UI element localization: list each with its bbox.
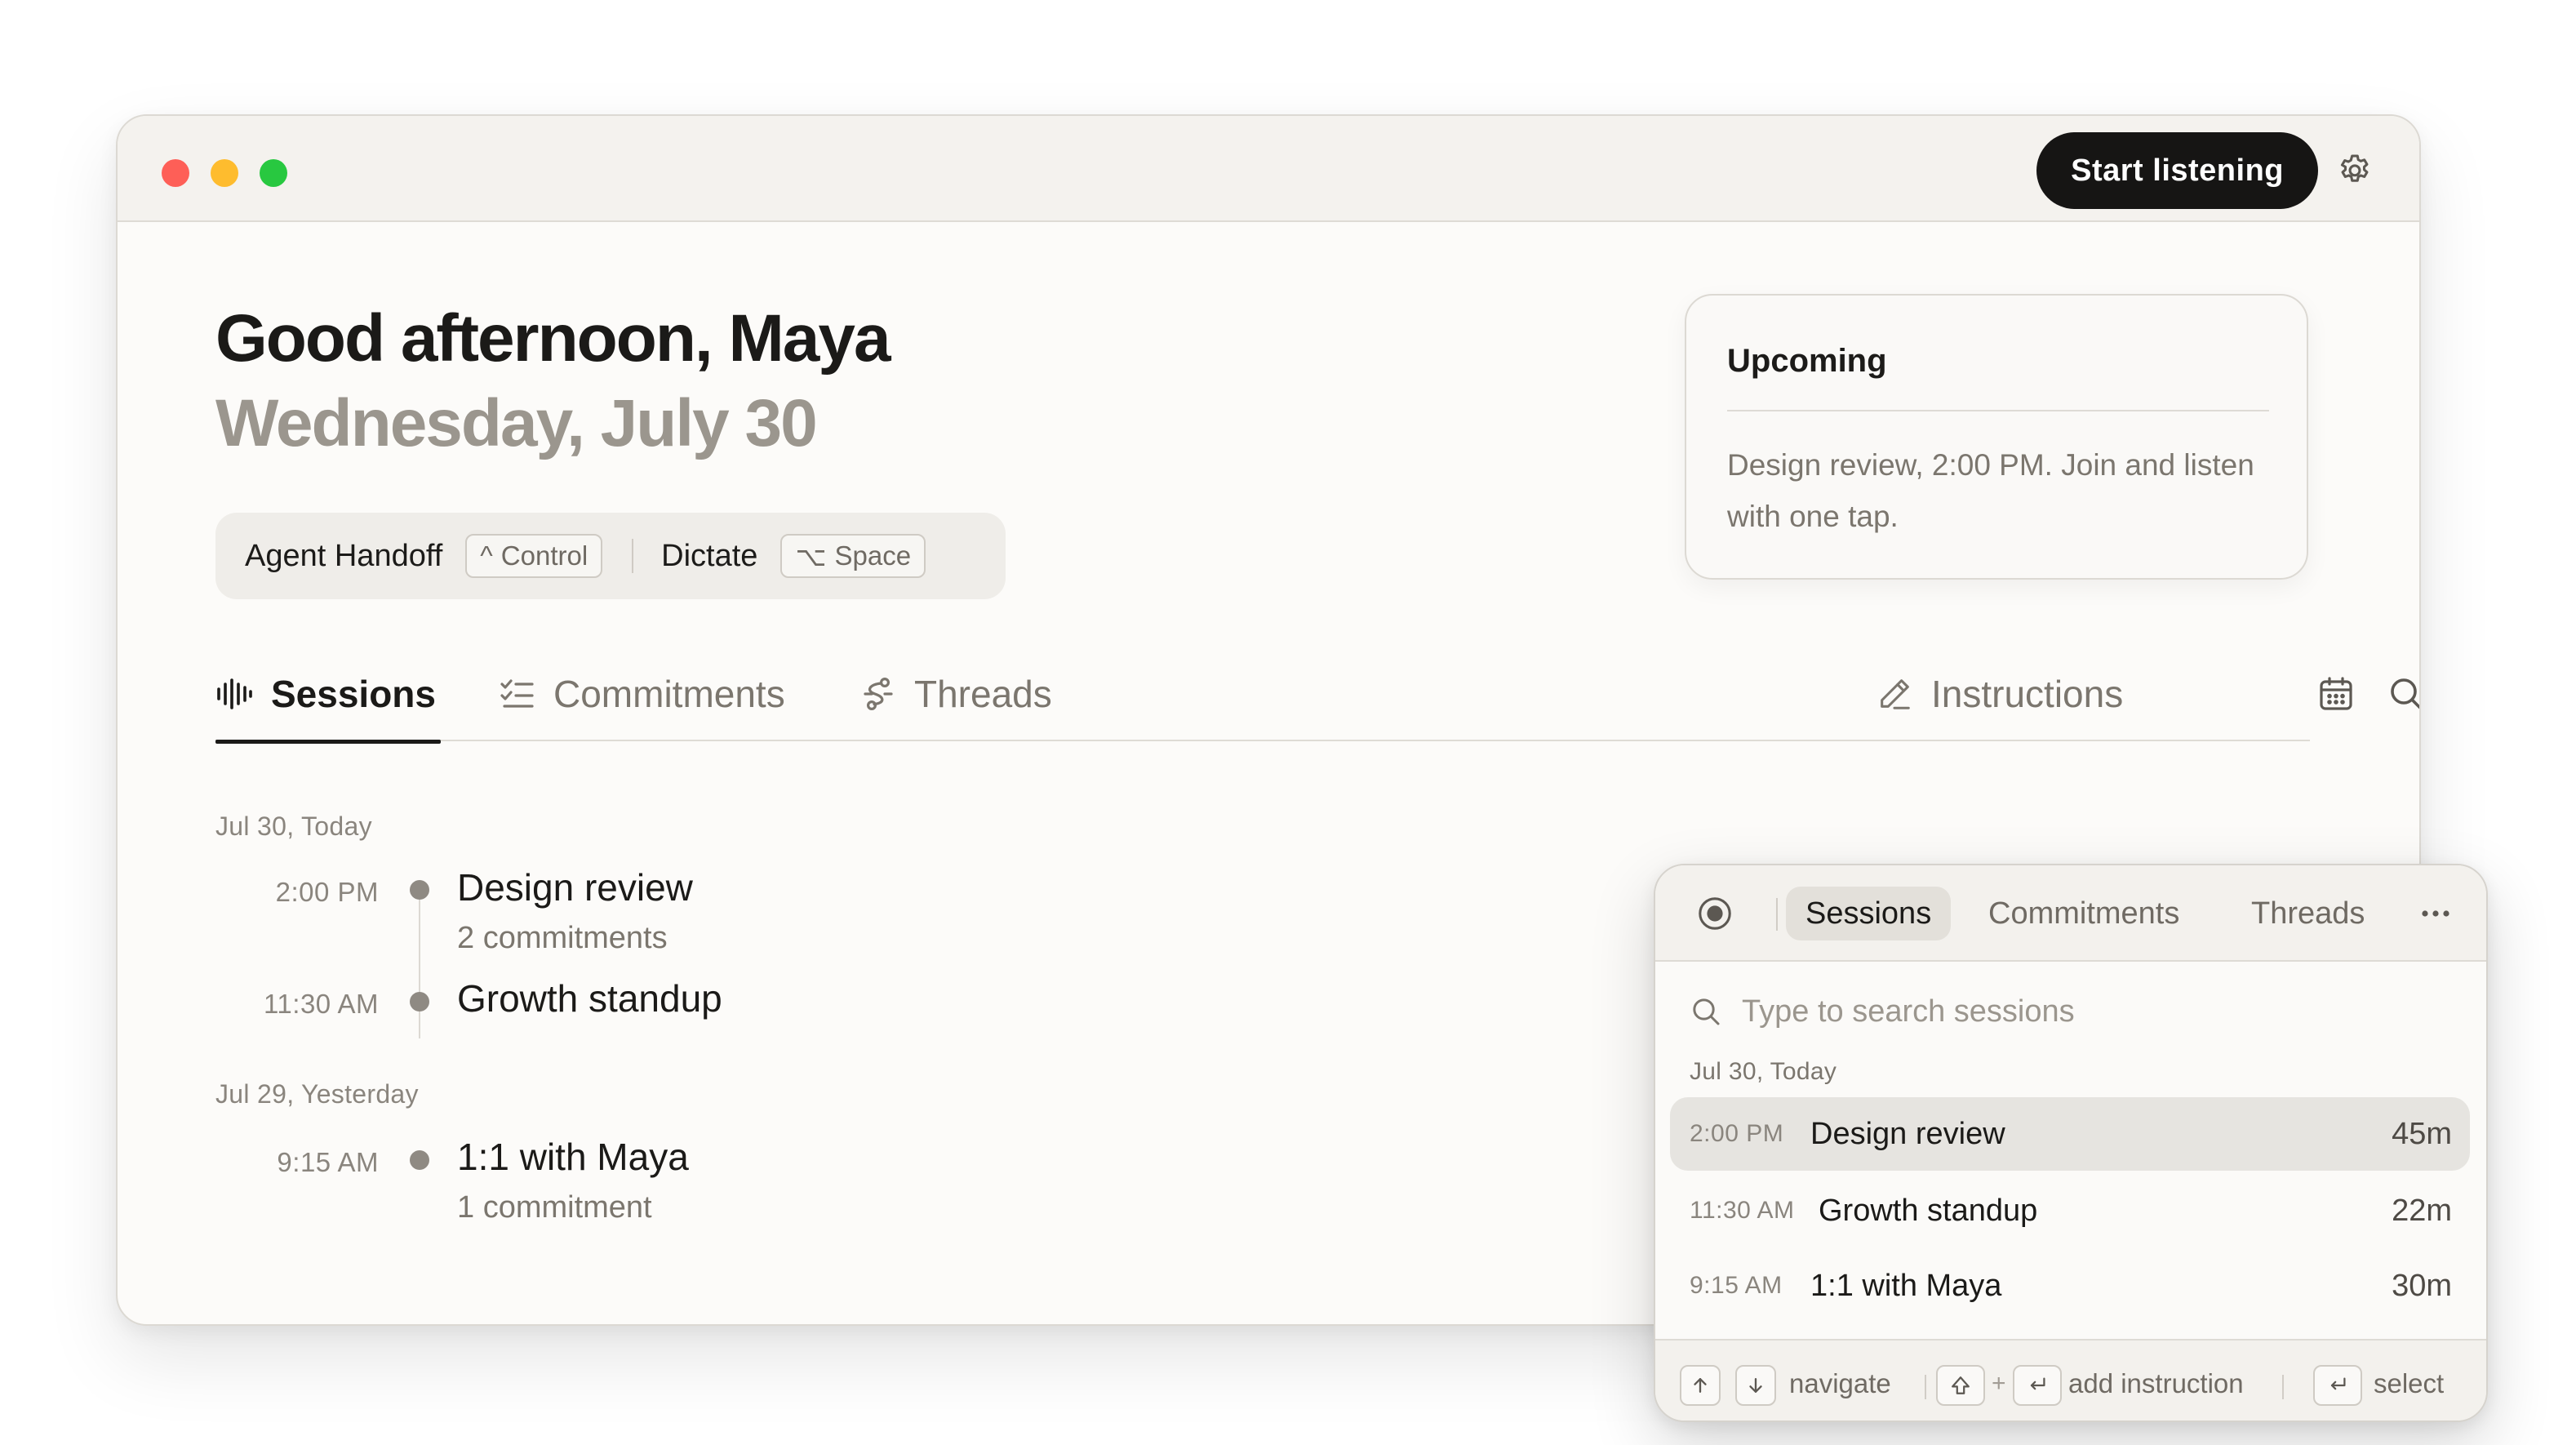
active-tab-indicator [215, 740, 441, 744]
day-label-today: Jul 30, Today [215, 811, 372, 841]
tab-sessions-label: Sessions [271, 673, 436, 715]
tab-threads-label: Threads [914, 673, 1052, 715]
zoom-window-button[interactable] [260, 159, 287, 187]
row-duration: 30m [2392, 1269, 2452, 1303]
upcoming-body: Design review, 2:00 PM. Join and listen … [1727, 448, 2254, 533]
search-icon [1693, 998, 1720, 1025]
stage: Start listening Good afternoon, Maya Wed… [0, 0, 2576, 1445]
session-dot [410, 1150, 429, 1170]
upcoming-card[interactable]: Upcoming Design review, 2:00 PM. Join an… [1685, 294, 2308, 580]
tab-commitments-label: Commitments [553, 673, 785, 715]
select-hint: select [2374, 1368, 2445, 1398]
session-time: 11:30 AM [264, 989, 379, 1019]
panel-header: Sessions Commitments Threads [1655, 865, 2486, 962]
add-instruction-hint: add instruction [2068, 1368, 2244, 1398]
footer-divider [1925, 1375, 1926, 1399]
row-title: 1:1 with Maya [1810, 1269, 2002, 1303]
navigate-hint: navigate [1789, 1368, 1891, 1398]
row-time: 2:00 PM [1690, 1120, 1784, 1147]
caret-icon: ^ [480, 540, 493, 571]
start-listening-button[interactable]: Start listening [2036, 132, 2318, 209]
main-tabs: Sessions Commitments Threads Instruction… [215, 647, 2419, 744]
greeting-heading: Good afternoon, Maya [215, 301, 891, 376]
upcoming-divider [1727, 410, 2269, 411]
keyboard-hints-footer: navigate + add instruction select [1655, 1339, 2486, 1421]
agent-handoff-label: Agent Handoff [245, 538, 443, 573]
return-icon [2030, 1377, 2045, 1390]
arrow-down-icon [1749, 1378, 1762, 1393]
session-commitment-count: 2 commitments [457, 921, 668, 955]
session-title-growth-standup[interactable]: Growth standup [457, 976, 722, 1020]
search-icon[interactable] [2387, 674, 2421, 714]
panel-tab-sessions[interactable]: Sessions [1786, 887, 1952, 940]
session-time: 9:15 AM [277, 1147, 379, 1177]
arrow-down-key [1735, 1365, 1776, 1406]
return-key [2313, 1365, 2362, 1406]
return-key [2013, 1365, 2062, 1406]
more-options-icon[interactable] [2419, 901, 2452, 926]
threads-icon [864, 677, 893, 711]
panel-session-row[interactable]: 11:30 AM Growth standup 22m [1670, 1174, 2470, 1247]
header-divider [1776, 898, 1778, 931]
waveform-icon [217, 678, 252, 709]
row-duration: 22m [2392, 1194, 2452, 1228]
close-window-button[interactable] [162, 159, 189, 187]
arrow-up-icon [1694, 1378, 1707, 1393]
tab-instructions-label: Instructions [1931, 673, 2124, 715]
shortcut-bar: Agent Handoff ^ Control Dictate ⌥ Space [215, 513, 1006, 599]
start-listening-label: Start listening [2071, 153, 2284, 188]
panel-tab-commitments[interactable]: Commitments [1988, 887, 2179, 940]
shift-key [1936, 1365, 1985, 1406]
quick-switcher-panel: Sessions Commitments Threads Type to sea… [1654, 864, 2488, 1422]
session-dot [410, 880, 429, 900]
arrow-up-key [1680, 1365, 1721, 1406]
plus-sign: + [1992, 1370, 2006, 1397]
panel-session-row[interactable]: 2:00 PM Design review 45m [1670, 1097, 2470, 1171]
session-search-field[interactable]: Type to search sessions [1690, 983, 2075, 1040]
row-title: Growth standup [1819, 1194, 2038, 1228]
session-commitment-count: 1 commitment [457, 1190, 652, 1225]
control-key-label: Control [500, 540, 588, 571]
shortcut-divider [632, 539, 634, 573]
session-time: 2:00 PM [275, 877, 379, 907]
title-bar: Start listening [118, 116, 2419, 222]
session-title-one-on-one[interactable]: 1:1 with Maya [457, 1135, 689, 1179]
panel-tab-threads[interactable]: Threads [2251, 887, 2365, 940]
return-icon [2330, 1377, 2346, 1390]
row-title: Design review [1810, 1117, 2005, 1151]
row-duration: 45m [2392, 1117, 2452, 1151]
session-dot [410, 992, 429, 1012]
panel-session-row[interactable]: 9:15 AM 1:1 with Maya 30m [1670, 1249, 2470, 1323]
timeline-connector [419, 887, 420, 1038]
shift-icon [1952, 1376, 1970, 1394]
dictate-label: Dictate [661, 538, 758, 573]
day-label-yesterday: Jul 29, Yesterday [215, 1079, 419, 1109]
row-time: 11:30 AM [1690, 1197, 1795, 1224]
checklist-icon [500, 679, 534, 708]
option-key-icon: ⌥ [795, 540, 827, 571]
panel-day-label: Jul 30, Today [1690, 1058, 1837, 1085]
session-title-design-review[interactable]: Design review [457, 865, 693, 909]
minimize-window-button[interactable] [211, 159, 238, 187]
space-key-hint: ⌥ Space [780, 534, 926, 578]
row-time: 9:15 AM [1690, 1272, 1783, 1299]
upcoming-title: Upcoming [1727, 343, 1887, 379]
pencil-icon [1881, 679, 1910, 709]
tab-commitments[interactable]: Commitments [500, 647, 785, 741]
control-key-hint: ^ Control [465, 534, 603, 578]
search-placeholder: Type to search sessions [1742, 994, 2075, 1029]
calendar-icon[interactable] [2316, 674, 2356, 714]
footer-divider [2282, 1375, 2284, 1399]
tab-instructions[interactable]: Instructions [1876, 647, 2123, 741]
space-key-label: Space [834, 540, 912, 571]
tab-sessions[interactable]: Sessions [215, 647, 441, 744]
date-subheading: Wednesday, July 30 [215, 386, 818, 460]
record-icon[interactable] [1696, 895, 1734, 932]
tab-threads[interactable]: Threads [860, 647, 1052, 741]
gear-icon[interactable] [2336, 152, 2374, 189]
